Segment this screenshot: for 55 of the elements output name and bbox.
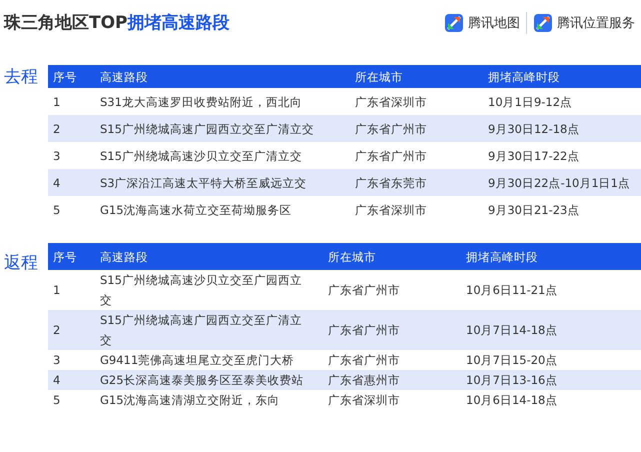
column-header: 拥堵高峰时段 xyxy=(465,248,539,266)
brand-name: 腾讯位置服务 xyxy=(557,14,635,32)
column-header: 所在城市 xyxy=(327,248,377,266)
table-cell-text: 10月6日11-21点 xyxy=(465,282,558,299)
table-cell-text: 广东省广州市 xyxy=(327,352,401,369)
table-cell-text: S3广深沿江高速太平特大桥至威远立交 xyxy=(99,174,308,192)
table-cell-text: 广东省广州市 xyxy=(327,322,401,339)
table-cell-text: S15广州绕城高速沙贝立交至广园西立交 xyxy=(99,272,303,309)
table-cell-text: 10月1日9-12点 xyxy=(487,94,574,110)
table-cell-text: 广东省广州市 xyxy=(327,282,401,299)
table-cell-text: G9411莞佛高速坦尾立交至虎门大桥 xyxy=(99,352,296,369)
section-label: 返程 xyxy=(4,252,39,274)
table-cell-text: 2 xyxy=(52,322,62,339)
table-cell-text: 广东省东莞市 xyxy=(354,174,428,192)
table-cell-text: S15广州绕城高速广园西立交至广清立交 xyxy=(99,312,303,349)
table-cell-text: 广东省深圳市 xyxy=(354,202,428,218)
table-cell-text: 10月6日14-18点 xyxy=(465,392,558,409)
column-header: 序号 xyxy=(52,248,78,266)
table-cell-text: 4 xyxy=(52,174,62,192)
column-header: 序号 xyxy=(52,68,78,86)
table-cell-text: 5 xyxy=(52,392,62,409)
map-pin-logo-icon xyxy=(444,12,464,32)
table-cell-text: 4 xyxy=(52,372,62,389)
table-cell-text: 3 xyxy=(52,148,62,164)
table-cell-text: 10月7日15-20点 xyxy=(465,352,558,369)
table-cell-text: 3 xyxy=(52,352,62,369)
table-cell-text: 广东省深圳市 xyxy=(327,392,401,409)
table-cell-text: G15沈海高速水荷立交至荷坳服务区 xyxy=(99,202,293,218)
table-cell-text: 广东省广州市 xyxy=(354,148,428,164)
column-header: 所在城市 xyxy=(354,68,404,86)
table-cell-text: 1 xyxy=(52,94,62,110)
table-cell-text: 10月7日14-18点 xyxy=(465,322,558,339)
table-cell-text: 9月30日12-18点 xyxy=(487,120,580,138)
table-cell-text: 广东省惠州市 xyxy=(327,372,401,389)
brand-name: 腾讯地图 xyxy=(468,14,520,32)
table-cell-text: G25长深高速泰美服务区至泰美收费站 xyxy=(99,372,305,389)
table-cell-text: 9月30日21-23点 xyxy=(487,202,580,218)
section-label: 去程 xyxy=(4,66,39,88)
table-cell-text: 广东省广州市 xyxy=(354,120,428,138)
table-cell-text: S15广州绕城高速沙贝立交至广清立交 xyxy=(99,148,303,164)
table-cell-text: 5 xyxy=(52,202,62,218)
table-cell-text: 广东省深圳市 xyxy=(354,94,428,110)
column-header: 高速路段 xyxy=(99,248,149,266)
page-title: 珠三角地区TOP拥堵高速路段 xyxy=(4,12,230,34)
table-cell-text: 1 xyxy=(52,282,62,299)
table-cell-text: 9月30日17-22点 xyxy=(487,148,580,164)
column-header: 高速路段 xyxy=(99,68,149,86)
table-cell-text: 9月30日22点-10月1日1点 xyxy=(487,174,631,192)
column-header: 拥堵高峰时段 xyxy=(487,68,561,86)
table-cell-text: 10月7日13-16点 xyxy=(465,372,558,389)
map-pin-logo-icon xyxy=(533,12,553,32)
table-cell-text: S31龙大高速罗田收费站附近，西北向 xyxy=(99,94,303,110)
table-cell-text: G15沈海高速清湖立交附近，东向 xyxy=(99,392,281,409)
table-cell-text: 2 xyxy=(52,120,62,138)
table-cell-text: S15广州绕城高速广园西立交至广清立交 xyxy=(99,120,315,138)
